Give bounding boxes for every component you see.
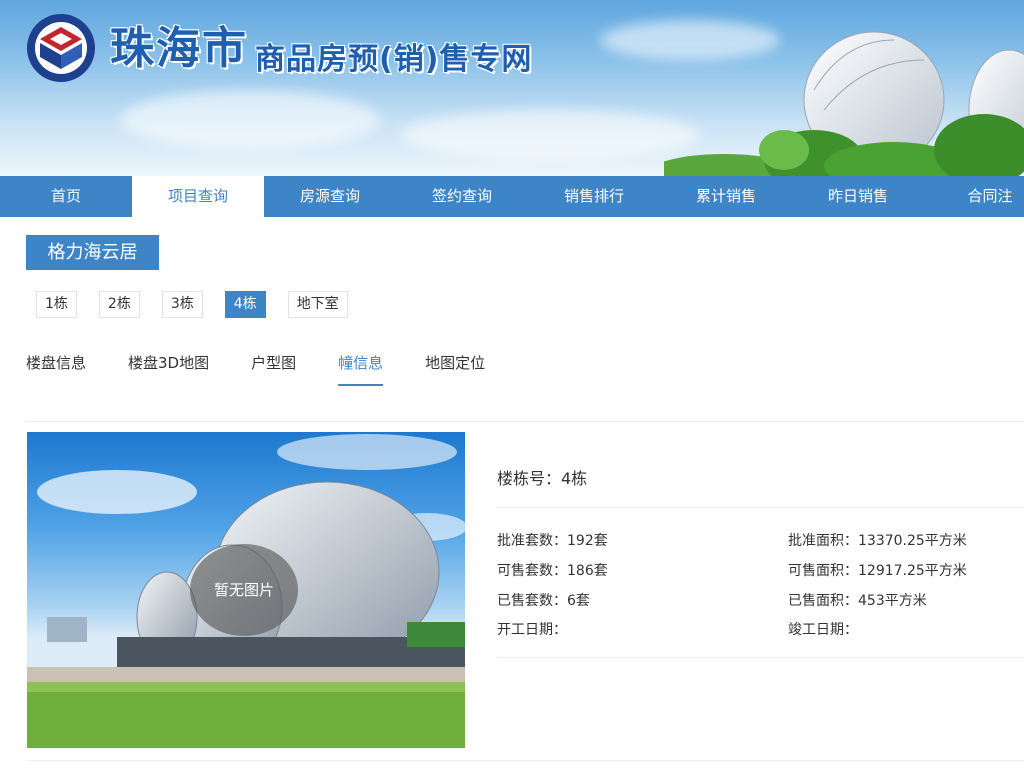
building-tab-4[interactable]: 4栋 <box>224 291 266 318</box>
building-number: 楼栋号：4栋 <box>497 469 588 488</box>
header-banner: 珠海市 商品房预(销)售专网 <box>0 0 1024 176</box>
project-title: 格力海云居 <box>26 235 159 270</box>
nav-item-contract-registration[interactable]: 合同注 <box>924 176 1024 217</box>
nav-item-contract-query[interactable]: 签约查询 <box>396 176 528 217</box>
detail-divider-bottom <box>497 657 1024 658</box>
tab-3d-map[interactable]: 楼盘3D地图 <box>128 352 209 384</box>
nav-item-project-query[interactable]: 项目查询 <box>132 176 264 217</box>
approved-units: 批准套数：192套 <box>497 533 608 549</box>
nav-item-house-query[interactable]: 房源查询 <box>264 176 396 217</box>
nav-item-yesterday-sales[interactable]: 昨日销售 <box>792 176 924 217</box>
info-tabs: 楼盘信息 楼盘3D地图 户型图 幢信息 地图定位 <box>26 352 527 386</box>
tab-map-location[interactable]: 地图定位 <box>425 352 485 384</box>
building-tab-3[interactable]: 3栋 <box>161 291 203 318</box>
approved-area: 批准面积：13370.25平方米 <box>788 533 967 549</box>
opera-house-illustration <box>664 31 1024 176</box>
tab-floor-plan[interactable]: 户型图 <box>251 352 296 384</box>
detail-divider-top <box>497 507 1024 508</box>
nav-item-sales-ranking[interactable]: 销售排行 <box>528 176 660 217</box>
site-title-sub: 商品房预(销)售专网 <box>255 42 533 77</box>
building-tabs: 1栋 2栋 3栋 4栋 地下室 <box>36 291 370 318</box>
divider <box>26 421 1024 422</box>
main-nav: 首页 项目查询 房源查询 签约查询 销售排行 累计销售 昨日销售 合同注 <box>0 176 1024 217</box>
site-logo-icon[interactable] <box>26 13 96 83</box>
section-bottom-border <box>27 760 1024 761</box>
available-units: 可售套数：186套 <box>497 563 608 579</box>
tab-building-info[interactable]: 幢信息 <box>338 352 384 386</box>
no-image-overlay: 暂无图片 <box>190 544 298 636</box>
nav-item-home[interactable]: 首页 <box>0 176 132 217</box>
sold-units: 已售套数：6套 <box>497 593 590 609</box>
completion-date: 竣工日期： <box>788 622 858 638</box>
site-title-main: 珠海市 <box>110 23 248 74</box>
building-tab-2[interactable]: 2栋 <box>98 291 140 318</box>
building-tab-1[interactable]: 1栋 <box>36 291 77 318</box>
start-date: 开工日期： <box>497 622 567 638</box>
sold-area: 已售面积：453平方米 <box>788 593 927 609</box>
available-area: 可售面积：12917.25平方米 <box>788 563 967 579</box>
building-tab-basement[interactable]: 地下室 <box>287 291 348 318</box>
nav-item-cumulative-sales[interactable]: 累计销售 <box>660 176 792 217</box>
tab-project-info[interactable]: 楼盘信息 <box>26 352 86 384</box>
